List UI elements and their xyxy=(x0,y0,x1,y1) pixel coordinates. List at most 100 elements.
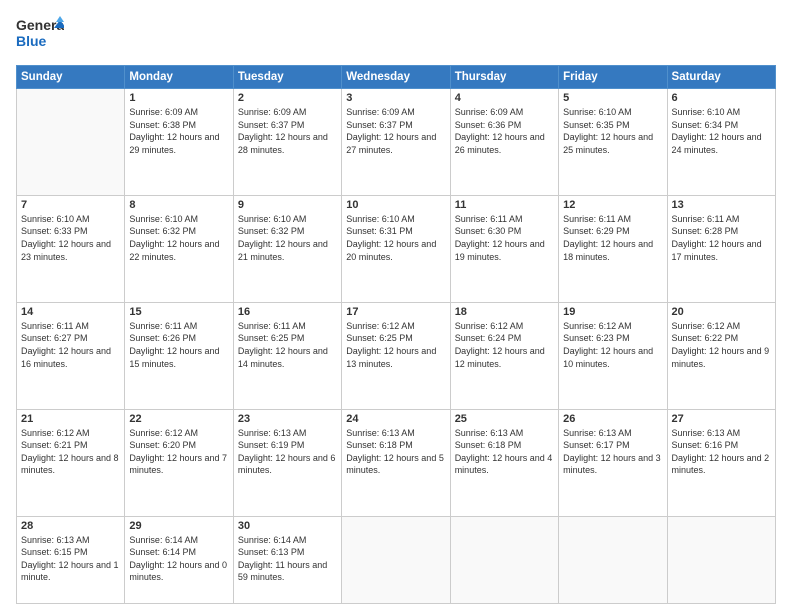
day-number: 4 xyxy=(455,92,554,104)
day-number: 28 xyxy=(21,520,120,532)
calendar-cell: 21 Sunrise: 6:12 AMSunset: 6:21 PMDayligh… xyxy=(17,409,125,516)
calendar-week-4: 21 Sunrise: 6:12 AMSunset: 6:21 PMDayligh… xyxy=(17,409,776,516)
day-info: Sunrise: 6:10 AMSunset: 6:33 PMDaylight:… xyxy=(21,213,120,263)
day-number: 8 xyxy=(129,199,228,211)
day-number: 18 xyxy=(455,306,554,318)
day-number: 13 xyxy=(672,199,771,211)
day-number: 19 xyxy=(563,306,662,318)
calendar-week-3: 14 Sunrise: 6:11 AMSunset: 6:27 PMDayligh… xyxy=(17,302,776,409)
calendar-cell: 12 Sunrise: 6:11 AMSunset: 6:29 PMDayligh… xyxy=(559,195,667,302)
calendar-table: SundayMondayTuesdayWednesdayThursdayFrid… xyxy=(16,65,776,604)
day-info: Sunrise: 6:09 AMSunset: 6:37 PMDaylight:… xyxy=(346,106,445,156)
day-number: 10 xyxy=(346,199,445,211)
weekday-header-saturday: Saturday xyxy=(667,66,775,89)
day-info: Sunrise: 6:11 AMSunset: 6:29 PMDaylight:… xyxy=(563,213,662,263)
calendar-cell: 28 Sunrise: 6:13 AMSunset: 6:15 PMDayligh… xyxy=(17,516,125,604)
day-number: 30 xyxy=(238,520,337,532)
day-info: Sunrise: 6:13 AMSunset: 6:16 PMDaylight:… xyxy=(672,427,771,477)
day-info: Sunrise: 6:12 AMSunset: 6:24 PMDaylight:… xyxy=(455,320,554,370)
calendar-week-1: 1 Sunrise: 6:09 AMSunset: 6:38 PMDaylight… xyxy=(17,89,776,196)
header: General Blue xyxy=(16,12,776,59)
calendar-cell: 17 Sunrise: 6:12 AMSunset: 6:25 PMDayligh… xyxy=(342,302,450,409)
weekday-header-row: SundayMondayTuesdayWednesdayThursdayFrid… xyxy=(17,66,776,89)
calendar-cell xyxy=(450,516,558,604)
calendar-cell: 6 Sunrise: 6:10 AMSunset: 6:34 PMDaylight… xyxy=(667,89,775,196)
calendar-cell: 11Sunrise: 6:11 AMSunset: 6:30 PMDayligh… xyxy=(450,195,558,302)
calendar-cell xyxy=(17,89,125,196)
day-info: Sunrise: 6:09 AMSunset: 6:37 PMDaylight:… xyxy=(238,106,337,156)
day-number: 15 xyxy=(129,306,228,318)
calendar-cell: 25 Sunrise: 6:13 AMSunset: 6:18 PMDayligh… xyxy=(450,409,558,516)
calendar-cell: 29 Sunrise: 6:14 AMSunset: 6:14 PMDayligh… xyxy=(125,516,233,604)
day-info: Sunrise: 6:11 AMSunset: 6:28 PMDaylight:… xyxy=(672,213,771,263)
calendar-cell: 4 Sunrise: 6:09 AMSunset: 6:36 PMDaylight… xyxy=(450,89,558,196)
calendar-cell: 19 Sunrise: 6:12 AMSunset: 6:23 PMDayligh… xyxy=(559,302,667,409)
day-number: 9 xyxy=(238,199,337,211)
day-number: 6 xyxy=(672,92,771,104)
day-number: 24 xyxy=(346,413,445,425)
weekday-header-thursday: Thursday xyxy=(450,66,558,89)
calendar-cell: 7 Sunrise: 6:10 AMSunset: 6:33 PMDaylight… xyxy=(17,195,125,302)
calendar-cell: 20 Sunrise: 6:12 AMSunset: 6:22 PMDayligh… xyxy=(667,302,775,409)
day-number: 21 xyxy=(21,413,120,425)
day-info: Sunrise: 6:09 AMSunset: 6:36 PMDaylight:… xyxy=(455,106,554,156)
day-number: 17 xyxy=(346,306,445,318)
day-number: 2 xyxy=(238,92,337,104)
calendar-week-5: 28 Sunrise: 6:13 AMSunset: 6:15 PMDayligh… xyxy=(17,516,776,604)
day-number: 12 xyxy=(563,199,662,211)
day-info: Sunrise: 6:13 AMSunset: 6:18 PMDaylight:… xyxy=(346,427,445,477)
calendar-cell: 24 Sunrise: 6:13 AMSunset: 6:18 PMDayligh… xyxy=(342,409,450,516)
weekday-header-wednesday: Wednesday xyxy=(342,66,450,89)
day-info: Sunrise: 6:10 AMSunset: 6:32 PMDaylight:… xyxy=(129,213,228,263)
calendar-cell: 10 Sunrise: 6:10 AMSunset: 6:31 PMDayligh… xyxy=(342,195,450,302)
calendar-cell: 14 Sunrise: 6:11 AMSunset: 6:27 PMDayligh… xyxy=(17,302,125,409)
calendar-cell: 5 Sunrise: 6:10 AMSunset: 6:35 PMDaylight… xyxy=(559,89,667,196)
day-number: 1 xyxy=(129,92,228,104)
day-info: Sunrise: 6:12 AMSunset: 6:22 PMDaylight:… xyxy=(672,320,771,370)
day-info: Sunrise: 6:13 AMSunset: 6:19 PMDaylight:… xyxy=(238,427,337,477)
calendar-cell: 26Sunrise: 6:13 AMSunset: 6:17 PMDayligh… xyxy=(559,409,667,516)
logo-icon: General Blue xyxy=(16,12,64,54)
calendar-cell: 27Sunrise: 6:13 AMSunset: 6:16 PMDayligh… xyxy=(667,409,775,516)
day-number: 5 xyxy=(563,92,662,104)
day-info: Sunrise: 6:09 AMSunset: 6:38 PMDaylight:… xyxy=(129,106,228,156)
calendar-cell: 13 Sunrise: 6:11 AMSunset: 6:28 PMDayligh… xyxy=(667,195,775,302)
day-info: Sunrise: 6:12 AMSunset: 6:21 PMDaylight:… xyxy=(21,427,120,477)
weekday-header-tuesday: Tuesday xyxy=(233,66,341,89)
day-info: Sunrise: 6:10 AMSunset: 6:31 PMDaylight:… xyxy=(346,213,445,263)
calendar-cell xyxy=(667,516,775,604)
calendar-cell: 3 Sunrise: 6:09 AMSunset: 6:37 PMDaylight… xyxy=(342,89,450,196)
day-info: Sunrise: 6:11 AMSunset: 6:25 PMDaylight:… xyxy=(238,320,337,370)
calendar-cell: 30 Sunrise: 6:14 AMSunset: 6:13 PMDayligh… xyxy=(233,516,341,604)
day-info: Sunrise: 6:12 AMSunset: 6:23 PMDaylight:… xyxy=(563,320,662,370)
logo: General Blue xyxy=(16,12,64,59)
calendar-week-2: 7 Sunrise: 6:10 AMSunset: 6:33 PMDaylight… xyxy=(17,195,776,302)
day-number: 16 xyxy=(238,306,337,318)
day-info: Sunrise: 6:13 AMSunset: 6:18 PMDaylight:… xyxy=(455,427,554,477)
day-info: Sunrise: 6:11 AMSunset: 6:27 PMDaylight:… xyxy=(21,320,120,370)
calendar-cell: 2 Sunrise: 6:09 AMSunset: 6:37 PMDaylight… xyxy=(233,89,341,196)
day-info: Sunrise: 6:14 AMSunset: 6:13 PMDaylight:… xyxy=(238,534,337,584)
calendar-cell: 23Sunrise: 6:13 AMSunset: 6:19 PMDayligh… xyxy=(233,409,341,516)
day-info: Sunrise: 6:12 AMSunset: 6:25 PMDaylight:… xyxy=(346,320,445,370)
day-info: Sunrise: 6:14 AMSunset: 6:14 PMDaylight:… xyxy=(129,534,228,584)
day-info: Sunrise: 6:10 AMSunset: 6:34 PMDaylight:… xyxy=(672,106,771,156)
day-number: 14 xyxy=(21,306,120,318)
weekday-header-monday: Monday xyxy=(125,66,233,89)
page: General Blue SundayMondayTuesdayWednesda… xyxy=(0,0,792,612)
day-info: Sunrise: 6:10 AMSunset: 6:35 PMDaylight:… xyxy=(563,106,662,156)
weekday-header-sunday: Sunday xyxy=(17,66,125,89)
day-number: 11 xyxy=(455,199,554,211)
day-number: 7 xyxy=(21,199,120,211)
day-number: 22 xyxy=(129,413,228,425)
day-number: 20 xyxy=(672,306,771,318)
day-number: 25 xyxy=(455,413,554,425)
day-info: Sunrise: 6:12 AMSunset: 6:20 PMDaylight:… xyxy=(129,427,228,477)
svg-text:Blue: Blue xyxy=(16,33,47,49)
day-number: 3 xyxy=(346,92,445,104)
day-info: Sunrise: 6:13 AMSunset: 6:15 PMDaylight:… xyxy=(21,534,120,584)
day-number: 29 xyxy=(129,520,228,532)
calendar-cell xyxy=(559,516,667,604)
calendar-cell: 15Sunrise: 6:11 AMSunset: 6:26 PMDayligh… xyxy=(125,302,233,409)
day-info: Sunrise: 6:10 AMSunset: 6:32 PMDaylight:… xyxy=(238,213,337,263)
